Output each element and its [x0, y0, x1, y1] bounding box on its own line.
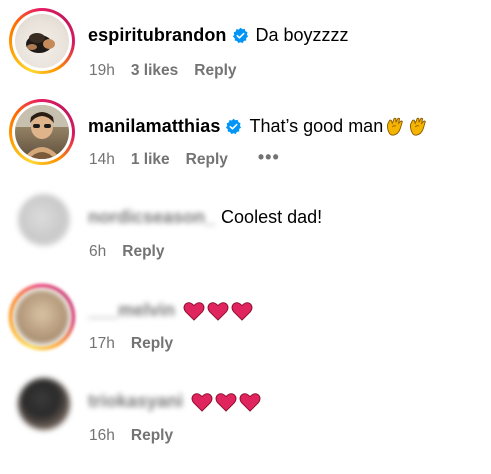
- avatar[interactable]: [18, 378, 70, 430]
- reply-button[interactable]: Reply: [122, 243, 164, 261]
- red-heart-icon: [231, 301, 253, 321]
- red-heart-icon: [191, 392, 213, 412]
- avatar[interactable]: [9, 8, 75, 74]
- comment-time: 14h: [89, 151, 115, 168]
- comment-time: 17h: [89, 335, 115, 352]
- reply-button[interactable]: Reply: [186, 151, 228, 169]
- avatar-photo: [26, 33, 55, 53]
- red-heart-icon: [183, 301, 205, 321]
- avatar[interactable]: [9, 284, 75, 350]
- verified-badge-icon: [226, 118, 242, 134]
- comment-username[interactable]: manilamatthias: [88, 116, 220, 137]
- comment-time: 6h: [89, 243, 107, 260]
- comment-username[interactable]: triokasyani: [88, 391, 183, 412]
- avatar-photo: [15, 105, 69, 159]
- clapping-hands-icon: [410, 117, 427, 136]
- avatar[interactable]: [18, 194, 70, 246]
- red-heart-icon: [207, 301, 229, 321]
- red-heart-icon: [215, 392, 237, 412]
- comment-text: Coolest dad!: [221, 207, 323, 227]
- comment-text: That’s good man: [249, 115, 384, 136]
- clapping-hands-icon: [387, 117, 404, 136]
- comment-likes[interactable]: 1 like: [131, 151, 170, 169]
- comments-list: espiritubrandon Da boyzzzz 19h 3 likes R…: [0, 0, 491, 474]
- reply-button[interactable]: Reply: [131, 427, 173, 445]
- comment-likes[interactable]: 3 likes: [131, 62, 178, 80]
- comment-username[interactable]: ___melvin: [88, 300, 175, 321]
- red-heart-icon: [239, 392, 261, 412]
- comment-time: 16h: [89, 427, 115, 444]
- avatar-image: [15, 290, 69, 344]
- verified-badge-icon: [232, 27, 248, 44]
- comment-username[interactable]: nordicseason_: [88, 207, 215, 228]
- comment-time: 19h: [89, 62, 115, 79]
- avatar[interactable]: [9, 99, 75, 165]
- avatar-image: [15, 105, 69, 159]
- reply-button[interactable]: Reply: [131, 335, 173, 353]
- avatar-image: [15, 14, 69, 68]
- more-options-icon[interactable]: •••: [258, 148, 280, 166]
- reply-button[interactable]: Reply: [194, 62, 236, 80]
- comment-text: Da boyzzzz: [255, 25, 349, 45]
- comment-username[interactable]: espiritubrandon: [88, 25, 227, 46]
